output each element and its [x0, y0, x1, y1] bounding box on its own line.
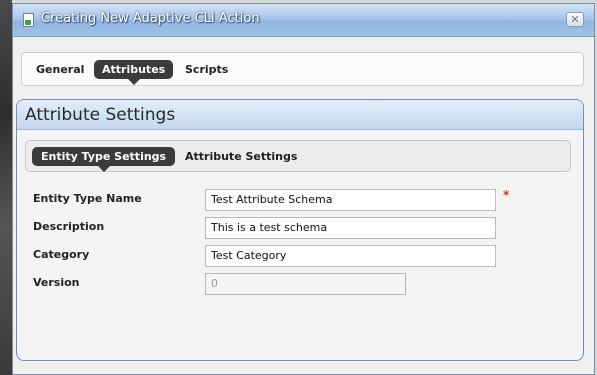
field-row-version: Version 0	[33, 273, 573, 295]
field-row-category: Category Test Category	[33, 245, 573, 267]
dialog-window: Creating New Adaptive CLI Action ✕ Gener…	[12, 3, 595, 375]
title-bar[interactable]: Creating New Adaptive CLI Action ✕	[13, 4, 594, 37]
background-window-edge	[0, 0, 12, 375]
category-label: Category	[33, 248, 90, 261]
version-input: 0	[205, 273, 406, 295]
tab-general[interactable]: General	[28, 60, 92, 79]
tab-attributes[interactable]: Attributes	[94, 60, 174, 85]
tab-scripts[interactable]: Scripts	[177, 60, 236, 79]
panel-title: Attribute Settings	[17, 100, 583, 130]
close-button[interactable]: ✕	[566, 12, 584, 27]
required-marker-icon: *	[503, 188, 510, 202]
version-label: Version	[33, 276, 80, 289]
category-input[interactable]: Test Category	[205, 245, 496, 267]
sub-tab-bar: Entity Type Settings Attribute Settings	[25, 140, 571, 172]
entity-type-name-input[interactable]: Test Attribute Schema	[205, 189, 496, 211]
subtab-entity-type-settings[interactable]: Entity Type Settings	[32, 147, 176, 172]
main-tab-bar: General Attributes Scripts	[21, 52, 584, 86]
field-row-entity-type-name: Entity Type Name Test Attribute Schema *	[33, 188, 573, 211]
attribute-settings-panel: Attribute Settings Entity Type Settings …	[16, 99, 584, 361]
document-icon	[23, 13, 34, 27]
description-label: Description	[33, 220, 105, 233]
close-icon: ✕	[570, 13, 580, 26]
entity-type-name-label: Entity Type Name	[33, 192, 142, 205]
subtab-attribute-settings[interactable]: Attribute Settings	[176, 147, 306, 166]
field-row-description: Description This is a test schema	[33, 217, 573, 239]
description-input[interactable]: This is a test schema	[205, 217, 496, 239]
window-title: Creating New Adaptive CLI Action	[41, 11, 260, 26]
